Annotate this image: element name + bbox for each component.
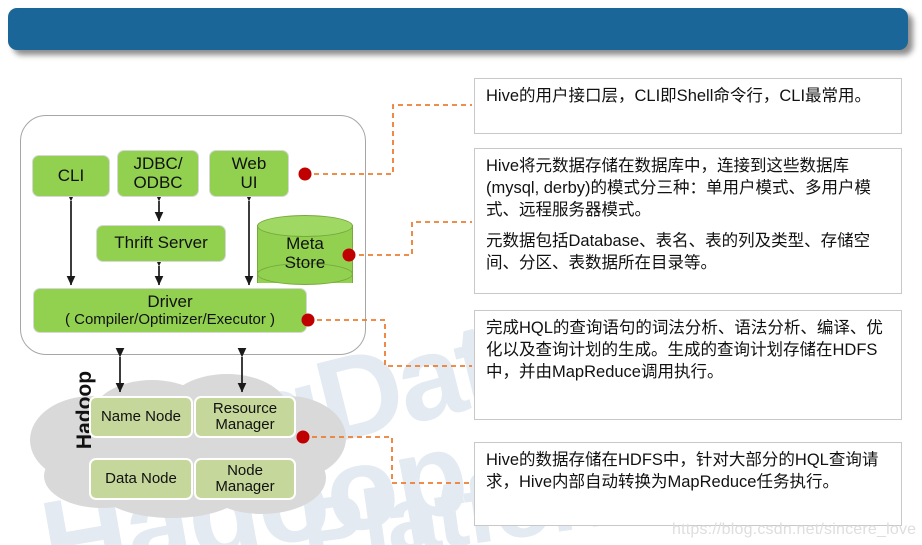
node-resource-manager-line1: Resource [212,399,278,417]
callout-text: Hive将元数据存储在数据库中，连接到这些数据库(mysql, derby)的模… [486,157,872,219]
node-cli[interactable]: CLI [32,155,110,197]
callout-text-second: 元数据包括Database、表名、表的列及类型、存储空间、分区、表数据所在目录等… [486,231,871,272]
node-name-node-label: Name Node [100,407,182,425]
node-driver-line2: ( Compiler/Optimizer/Executor ) [64,310,276,328]
slide-canvas: BigData Hadoop Platform Hive的架构 Hadoop H… [0,0,922,545]
title-bar [8,8,908,50]
callout-panel-meta-store: Hive将元数据存储在数据库中，连接到这些数据库(mysql, derby)的模… [474,148,902,294]
callout-panel-hadoop: Hive的数据存储在HDFS中，针对大部分的HQL查询请求，Hive内部自动转换… [474,442,902,526]
node-jdbc-odbc-line1: JDBC/ [133,154,183,174]
node-meta-store[interactable]: Meta Store [257,215,353,291]
node-data-node[interactable]: Data Node [89,458,193,500]
node-node-manager[interactable]: Node Manager [194,458,296,500]
node-meta-store-line1: Meta [286,234,324,253]
node-thrift-server-label: Thrift Server [114,233,208,253]
source-watermark: https://blog.csdn.net/sincere_love [672,521,917,538]
node-web-ui-line2: UI [240,172,258,192]
node-thrift-server[interactable]: Thrift Server [96,225,226,262]
node-jdbc-odbc[interactable]: JDBC/ ODBC [117,150,199,197]
callout-panel-driver: 完成HQL的查询语句的词法分析、语法分析、编译、优化以及查询计划的生成。生成的查… [474,310,902,420]
node-meta-store-line2: Store [284,252,326,272]
callout-text: 完成HQL的查询语句的词法分析、语法分析、编译、优化以及查询计划的生成。生成的查… [486,319,883,381]
node-web-ui[interactable]: Web UI [209,150,289,197]
node-web-ui-line1: Web [231,154,267,174]
node-name-node[interactable]: Name Node [89,396,193,438]
node-data-node-label: Data Node [105,469,177,487]
node-node-manager-line1: Node [227,461,263,479]
node-node-manager-line2: Manager [215,478,275,495]
callout-panel-web-ui: Hive的用户接口层，CLI即Shell命令行，CLI最常用。 [474,78,902,134]
node-driver-line1: Driver [147,292,193,312]
node-driver[interactable]: Driver ( Compiler/Optimizer/Executor ) [33,288,307,333]
node-jdbc-odbc-line2: ODBC [133,172,183,192]
node-resource-manager[interactable]: Resource Manager [194,396,296,438]
node-meta-store-label: Meta Store [257,234,353,272]
node-resource-manager-line2: Manager [215,416,275,433]
node-cli-label: CLI [57,165,85,185]
callout-text: Hive的用户接口层，CLI即Shell命令行，CLI最常用。 [486,87,872,105]
callout-text: Hive的数据存储在HDFS中，针对大部分的HQL查询请求，Hive内部自动转换… [486,451,879,491]
